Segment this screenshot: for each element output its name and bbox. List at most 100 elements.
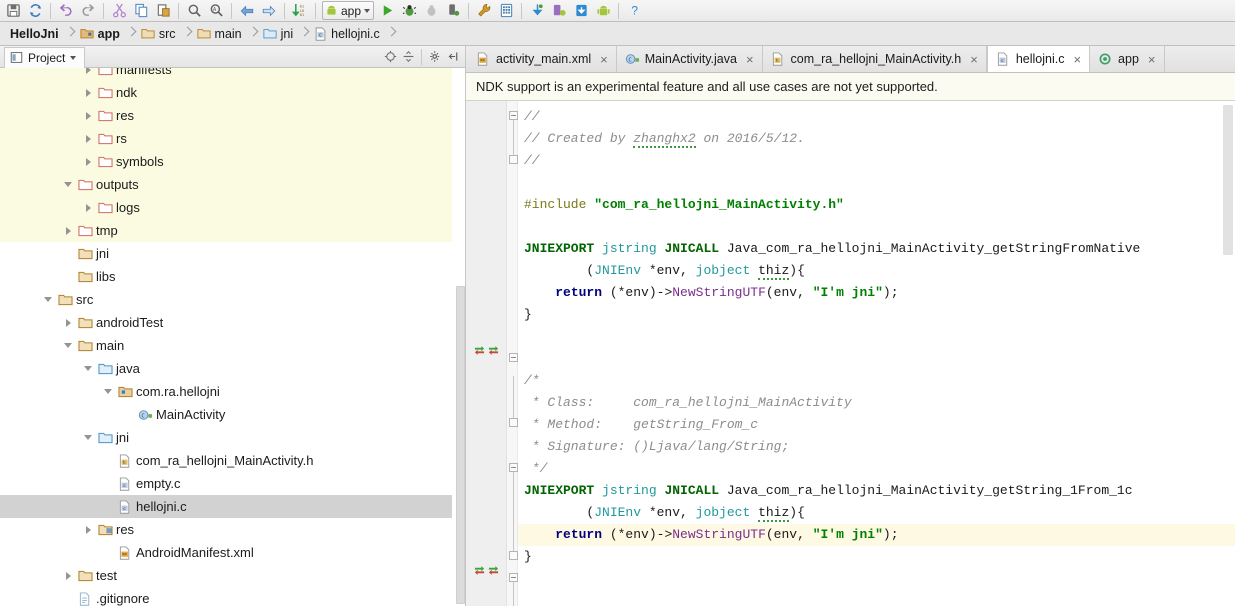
editor-tab[interactable]: <> activity_main.xml × (468, 46, 617, 72)
editor-tab[interactable]: h com_ra_hellojni_MainActivity.h × (763, 46, 987, 72)
chevron-down-icon[interactable] (80, 426, 96, 449)
chevron-down-icon[interactable] (60, 173, 76, 196)
code-line[interactable]: * Method: getString_From_c (518, 414, 1235, 436)
fold-marker[interactable] (509, 463, 518, 472)
breadcrumb-item-jni[interactable]: jni (263, 22, 296, 45)
jni-navigation-marker[interactable] (474, 565, 499, 576)
run-icon[interactable] (376, 1, 398, 21)
tree-node[interactable]: main (0, 334, 452, 357)
project-panel-tab[interactable]: Project (4, 46, 86, 68)
chevron-down-icon[interactable] (364, 8, 371, 13)
sync-icon[interactable] (24, 1, 46, 21)
redo-icon[interactable] (77, 1, 99, 21)
save-all-icon[interactable] (2, 1, 24, 21)
target-icon[interactable] (381, 48, 399, 66)
tree-node[interactable]: <> AndroidManifest.xml (0, 541, 452, 564)
chevron-right-icon[interactable] (80, 81, 96, 104)
paste-icon[interactable] (152, 1, 174, 21)
editor-scrollbar[interactable] (1223, 105, 1233, 255)
code-line[interactable] (518, 172, 1235, 194)
code-line[interactable]: // (518, 106, 1235, 128)
chevron-right-icon[interactable] (80, 104, 96, 127)
debug-icon[interactable] (398, 1, 420, 21)
run-configuration-selector[interactable]: app (322, 1, 375, 20)
code-line[interactable] (518, 348, 1235, 370)
fold-end-marker[interactable] (509, 551, 518, 560)
undo-icon[interactable] (55, 1, 77, 21)
tree-node[interactable]: h com_ra_hellojni_MainActivity.h (0, 449, 452, 472)
tree-node[interactable]: .gitignore (0, 587, 452, 606)
fold-marker[interactable] (509, 353, 518, 362)
code-line[interactable] (518, 326, 1235, 348)
code-line[interactable]: return (*env)->NewStringUTF(env, "I'm jn… (518, 524, 1235, 546)
breadcrumb-item-src[interactable]: src (141, 22, 178, 45)
code-editor[interactable]: //// Created by zhanghx2 on 2016/5/12.//… (466, 101, 1235, 606)
code-line[interactable]: JNIEXPORT jstring JNICALL Java_com_ra_he… (518, 238, 1235, 260)
breadcrumb-item-hellojni-c[interactable]: c hellojni.c (314, 22, 382, 45)
breadcrumb-item-hellojni[interactable]: HelloJni (6, 22, 61, 45)
tree-node[interactable]: ndk (0, 81, 452, 104)
breadcrumb-item-main[interactable]: main (196, 22, 244, 45)
install-icon[interactable] (570, 1, 592, 21)
editor-tab[interactable]: C MainActivity.java × (617, 46, 763, 72)
code-line[interactable]: // Created by zhanghx2 on 2016/5/12. (518, 128, 1235, 150)
code-line[interactable]: (JNIEnv *env, jobject thiz){ (518, 502, 1235, 524)
compile-icon[interactable]: 01 10 01 (289, 1, 311, 21)
chevron-down-icon[interactable] (60, 334, 76, 357)
replace-icon[interactable]: A (205, 1, 227, 21)
fold-end-marker[interactable] (509, 155, 518, 164)
avd-manager-icon[interactable] (495, 1, 517, 21)
tree-node[interactable]: androidTest (0, 311, 452, 334)
android-monitor-icon[interactable] (548, 1, 570, 21)
tree-node[interactable]: res (0, 104, 452, 127)
tree-node[interactable]: res (0, 518, 452, 541)
editor-tab[interactable]: app × (1090, 46, 1165, 72)
collapse-all-icon[interactable] (399, 48, 417, 66)
chevron-right-icon[interactable] (80, 68, 96, 81)
tree-node[interactable]: com.ra.hellojni (0, 380, 452, 403)
code-line[interactable]: return (*env)->NewStringUTF(env, "I'm jn… (518, 282, 1235, 304)
chevron-right-icon[interactable] (60, 219, 76, 242)
code-line[interactable]: * Signature: ()Ljava/lang/String; (518, 436, 1235, 458)
tree-node[interactable]: rs (0, 127, 452, 150)
editor-gutter[interactable] (466, 101, 507, 606)
tree-node[interactable]: libs (0, 265, 452, 288)
tree-node[interactable]: logs (0, 196, 452, 219)
fold-end-marker[interactable] (509, 418, 518, 427)
sdk-manager-icon[interactable] (473, 1, 495, 21)
project-tree-scrollbar[interactable] (456, 286, 465, 604)
code-line[interactable]: #include "com_ra_hellojni_MainActivity.h… (518, 194, 1235, 216)
find-icon[interactable] (183, 1, 205, 21)
back-icon[interactable] (236, 1, 258, 21)
chevron-right-icon[interactable] (60, 311, 76, 334)
update-project-icon[interactable] (526, 1, 548, 21)
hide-panel-icon[interactable] (444, 48, 462, 66)
help-icon[interactable]: ? (623, 1, 645, 21)
close-icon[interactable]: × (599, 53, 609, 66)
editor-tab[interactable]: c hellojni.c × (986, 46, 1091, 72)
android-icon[interactable] (592, 1, 614, 21)
close-icon[interactable]: × (1147, 53, 1157, 66)
close-icon[interactable]: × (745, 53, 755, 66)
breadcrumb-item-app[interactable]: app (80, 22, 122, 45)
jni-navigation-marker[interactable] (474, 345, 499, 356)
forward-icon[interactable] (258, 1, 280, 21)
code-line[interactable]: } (518, 546, 1235, 568)
chevron-down-icon[interactable] (70, 55, 77, 60)
code-line[interactable]: */ (518, 458, 1235, 480)
chevron-down-icon[interactable] (100, 380, 116, 403)
chevron-right-icon[interactable] (60, 564, 76, 587)
tree-node[interactable]: outputs (0, 173, 452, 196)
tree-node[interactable]: java (0, 357, 452, 380)
settings-gear-icon[interactable] (426, 48, 444, 66)
chevron-right-icon[interactable] (80, 518, 96, 541)
close-icon[interactable]: × (1072, 53, 1082, 66)
tree-node[interactable]: src (0, 288, 452, 311)
chevron-right-icon[interactable] (80, 196, 96, 219)
chevron-right-icon[interactable] (80, 150, 96, 173)
tree-node[interactable]: manifests (0, 68, 452, 81)
project-tree-scroll[interactable]: manifests ndk res rs symbols outputs logs tmp jn… (0, 68, 466, 606)
chevron-right-icon[interactable] (80, 127, 96, 150)
close-icon[interactable]: × (969, 53, 979, 66)
chevron-down-icon[interactable] (80, 357, 96, 380)
